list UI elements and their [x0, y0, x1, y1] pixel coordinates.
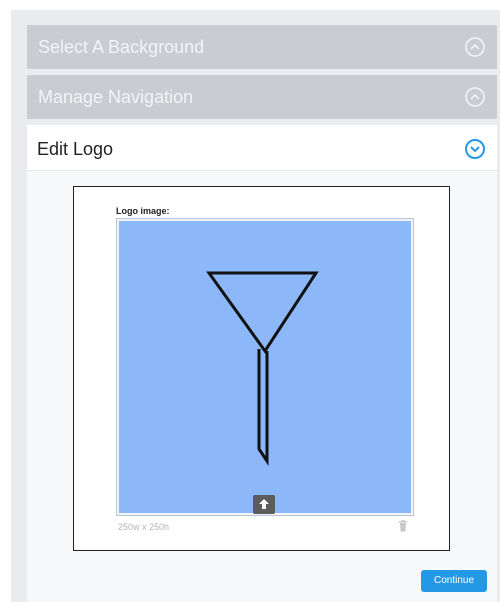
chevron-up-circle-icon [465, 87, 485, 107]
section-manage-navigation[interactable]: Manage Navigation [27, 75, 497, 119]
section-edit-logo[interactable]: Edit Logo [27, 125, 497, 171]
chevron-down-circle-icon [465, 139, 485, 159]
section-title: Manage Navigation [38, 87, 194, 107]
logo-image-label: Logo image: [116, 206, 170, 216]
upload-arrow-icon [259, 499, 269, 509]
logo-dimensions: 250w x 250h [118, 522, 170, 532]
section-title: Select A Background [38, 37, 205, 57]
chevron-up-circle-icon [465, 37, 485, 57]
funnel-logo-icon [206, 271, 319, 466]
logo-image[interactable] [119, 221, 411, 513]
section-title: Edit Logo [37, 139, 114, 159]
trash-icon[interactable] [398, 520, 408, 532]
upload-button[interactable] [253, 495, 275, 514]
section-select-background[interactable]: Select A Background [27, 25, 497, 69]
continue-button[interactable]: Continue [421, 570, 487, 592]
